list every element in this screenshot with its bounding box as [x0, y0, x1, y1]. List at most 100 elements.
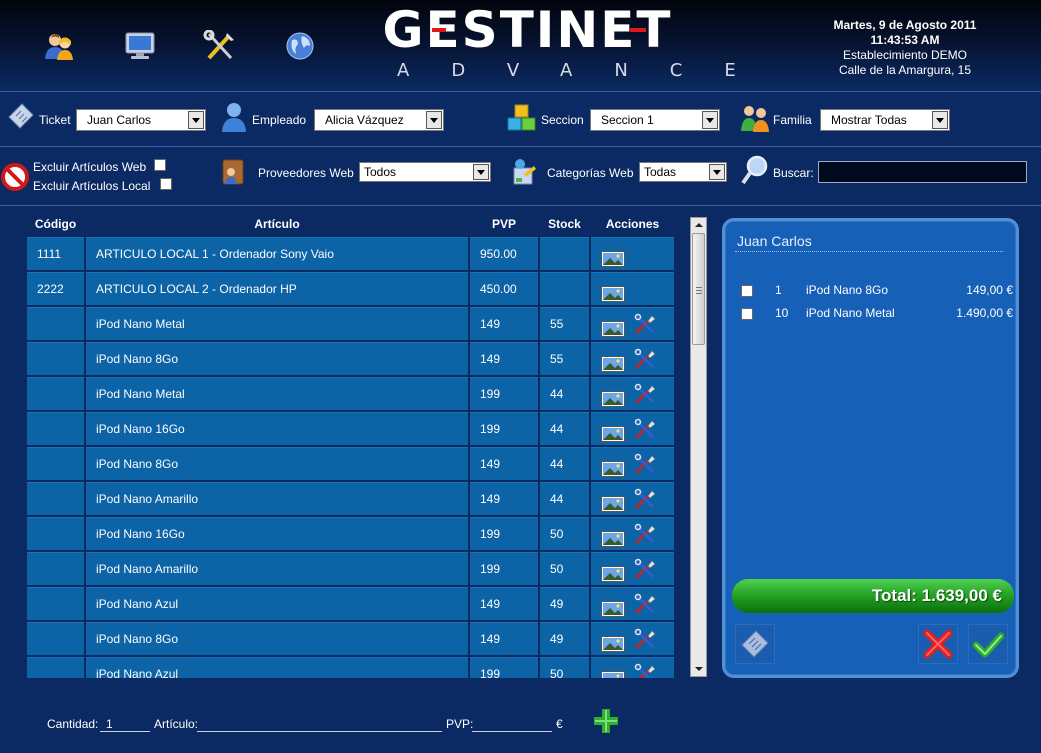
monitor-icon[interactable] — [122, 28, 158, 64]
pvp-input[interactable] — [472, 716, 552, 732]
image-icon[interactable] — [601, 282, 625, 302]
cell-code — [27, 587, 84, 620]
edit-tools-icon[interactable] — [633, 382, 657, 406]
table-row[interactable]: iPod Nano Amarillo 149 44 — [27, 482, 674, 517]
edit-tools-icon[interactable] — [633, 662, 657, 678]
users-icon[interactable] — [42, 28, 78, 64]
search-icon — [740, 154, 770, 188]
table-row[interactable]: iPod Nano 8Go 149 49 — [27, 622, 674, 657]
col-stock-header[interactable]: Stock — [540, 217, 589, 231]
print-ticket-button[interactable] — [735, 624, 775, 664]
tools-icon[interactable] — [202, 28, 238, 64]
add-article-button[interactable] — [590, 705, 622, 737]
image-icon[interactable] — [601, 597, 625, 617]
edit-tools-icon[interactable] — [633, 522, 657, 546]
quantity-input[interactable] — [100, 716, 150, 732]
exclude-local-checkbox[interactable] — [160, 178, 172, 190]
image-icon[interactable] — [601, 317, 625, 337]
col-pvp-header[interactable]: PVP — [470, 217, 538, 231]
image-icon[interactable] — [601, 562, 625, 582]
ticket-print-icon — [741, 630, 769, 658]
image-icon[interactable] — [601, 387, 625, 407]
establishment-name: Establecimiento DEMO — [842, 48, 968, 62]
cancel-button[interactable] — [918, 624, 958, 664]
edit-tools-icon[interactable] — [633, 627, 657, 651]
scroll-up-arrow[interactable] — [691, 218, 706, 232]
family-select[interactable]: Mostrar Todas — [820, 109, 950, 131]
edit-tools-icon[interactable] — [633, 312, 657, 336]
table-row[interactable]: iPod Nano 16Go 199 44 — [27, 412, 674, 447]
checkmark-icon — [972, 632, 1004, 658]
chevron-down-icon[interactable] — [188, 111, 204, 129]
table-row[interactable]: 1111 ARTICULO LOCAL 1 - Ordenador Sony Va… — [27, 237, 674, 272]
image-icon[interactable] — [601, 492, 625, 512]
col-article-header[interactable]: Artículo — [86, 217, 468, 231]
chevron-down-icon[interactable] — [702, 111, 718, 129]
providers-select-value: Todos — [364, 165, 397, 179]
edit-tools-icon[interactable] — [633, 452, 657, 476]
currency-label: € — [556, 717, 563, 731]
ticket-total: Total: 1.639,00 € — [732, 579, 1014, 613]
chevron-down-icon[interactable] — [473, 164, 489, 180]
table-row[interactable]: iPod Nano Azul 149 49 — [27, 587, 674, 622]
edit-tools-icon[interactable] — [633, 557, 657, 581]
section-select[interactable]: Seccion 1 — [590, 109, 720, 131]
ticket-line[interactable]: 1 iPod Nano 8Go 149,00 € — [741, 281, 1013, 301]
scroll-down-arrow[interactable] — [691, 662, 706, 676]
ticket-line-checkbox[interactable] — [741, 308, 753, 320]
col-code-header[interactable]: Código — [27, 217, 84, 231]
table-row[interactable]: iPod Nano 16Go 199 50 — [27, 517, 674, 552]
article-input[interactable] — [197, 716, 442, 732]
image-icon[interactable] — [601, 527, 625, 547]
image-icon[interactable] — [601, 632, 625, 652]
cell-code — [27, 552, 84, 585]
providers-select[interactable]: Todos — [359, 162, 491, 182]
family-icon — [739, 103, 771, 133]
image-icon[interactable] — [601, 457, 625, 477]
cell-code — [27, 307, 84, 340]
cell-article: ARTICULO LOCAL 1 - Ordenador Sony Vaio — [86, 237, 468, 270]
table-row[interactable]: iPod Nano 8Go 149 44 — [27, 447, 674, 482]
cell-pvp: 199 — [470, 657, 538, 678]
exclude-web-checkbox[interactable] — [154, 159, 166, 171]
ticket-select[interactable]: Juan Carlos — [76, 109, 206, 131]
quantity-label: Cantidad: — [47, 717, 99, 731]
ticket-line[interactable]: 10 iPod Nano Metal 1.490,00 € — [741, 304, 1013, 324]
articles-table: 1111 ARTICULO LOCAL 1 - Ordenador Sony Va… — [27, 237, 674, 678]
cell-article: iPod Nano Amarillo — [86, 482, 468, 515]
confirm-button[interactable] — [968, 624, 1008, 664]
categories-select[interactable]: Todas — [639, 162, 727, 182]
image-icon[interactable] — [601, 247, 625, 267]
table-scrollbar[interactable] — [690, 217, 707, 677]
table-row[interactable]: iPod Nano 8Go 149 55 — [27, 342, 674, 377]
image-icon[interactable] — [601, 352, 625, 372]
scroll-thumb[interactable] — [692, 233, 705, 345]
table-row[interactable]: iPod Nano Amarillo 199 50 — [27, 552, 674, 587]
image-icon[interactable] — [601, 422, 625, 442]
table-row[interactable]: iPod Nano Metal 199 44 — [27, 377, 674, 412]
table-row[interactable]: 2222 ARTICULO LOCAL 2 - Ordenador HP 450.0… — [27, 272, 674, 307]
chevron-down-icon[interactable] — [426, 111, 442, 129]
family-select-value: Mostrar Todas — [831, 113, 907, 127]
cell-code — [27, 622, 84, 655]
chevron-down-icon[interactable] — [932, 111, 948, 129]
image-icon[interactable] — [601, 667, 625, 678]
cell-code — [27, 412, 84, 445]
table-row[interactable]: iPod Nano Metal 149 55 — [27, 307, 674, 342]
col-actions-header: Acciones — [605, 217, 660, 231]
edit-tools-icon[interactable] — [633, 417, 657, 441]
edit-tools-icon[interactable] — [633, 487, 657, 511]
cell-actions — [591, 307, 674, 340]
employee-label: Empleado — [252, 113, 307, 127]
edit-tools-icon[interactable] — [633, 592, 657, 616]
table-row[interactable]: iPod Nano Azul 199 50 — [27, 657, 674, 678]
cell-pvp: 149 — [470, 447, 538, 480]
globe-icon[interactable] — [282, 28, 318, 64]
ticket-line-checkbox[interactable] — [741, 285, 753, 297]
chevron-down-icon[interactable] — [709, 164, 725, 180]
employee-select[interactable]: Alicia Vázquez — [314, 109, 444, 131]
edit-tools-icon[interactable] — [633, 347, 657, 371]
search-input[interactable] — [818, 161, 1027, 183]
current-date: Martes, 9 de Agosto 2011 — [833, 18, 977, 32]
cell-actions — [591, 657, 674, 678]
